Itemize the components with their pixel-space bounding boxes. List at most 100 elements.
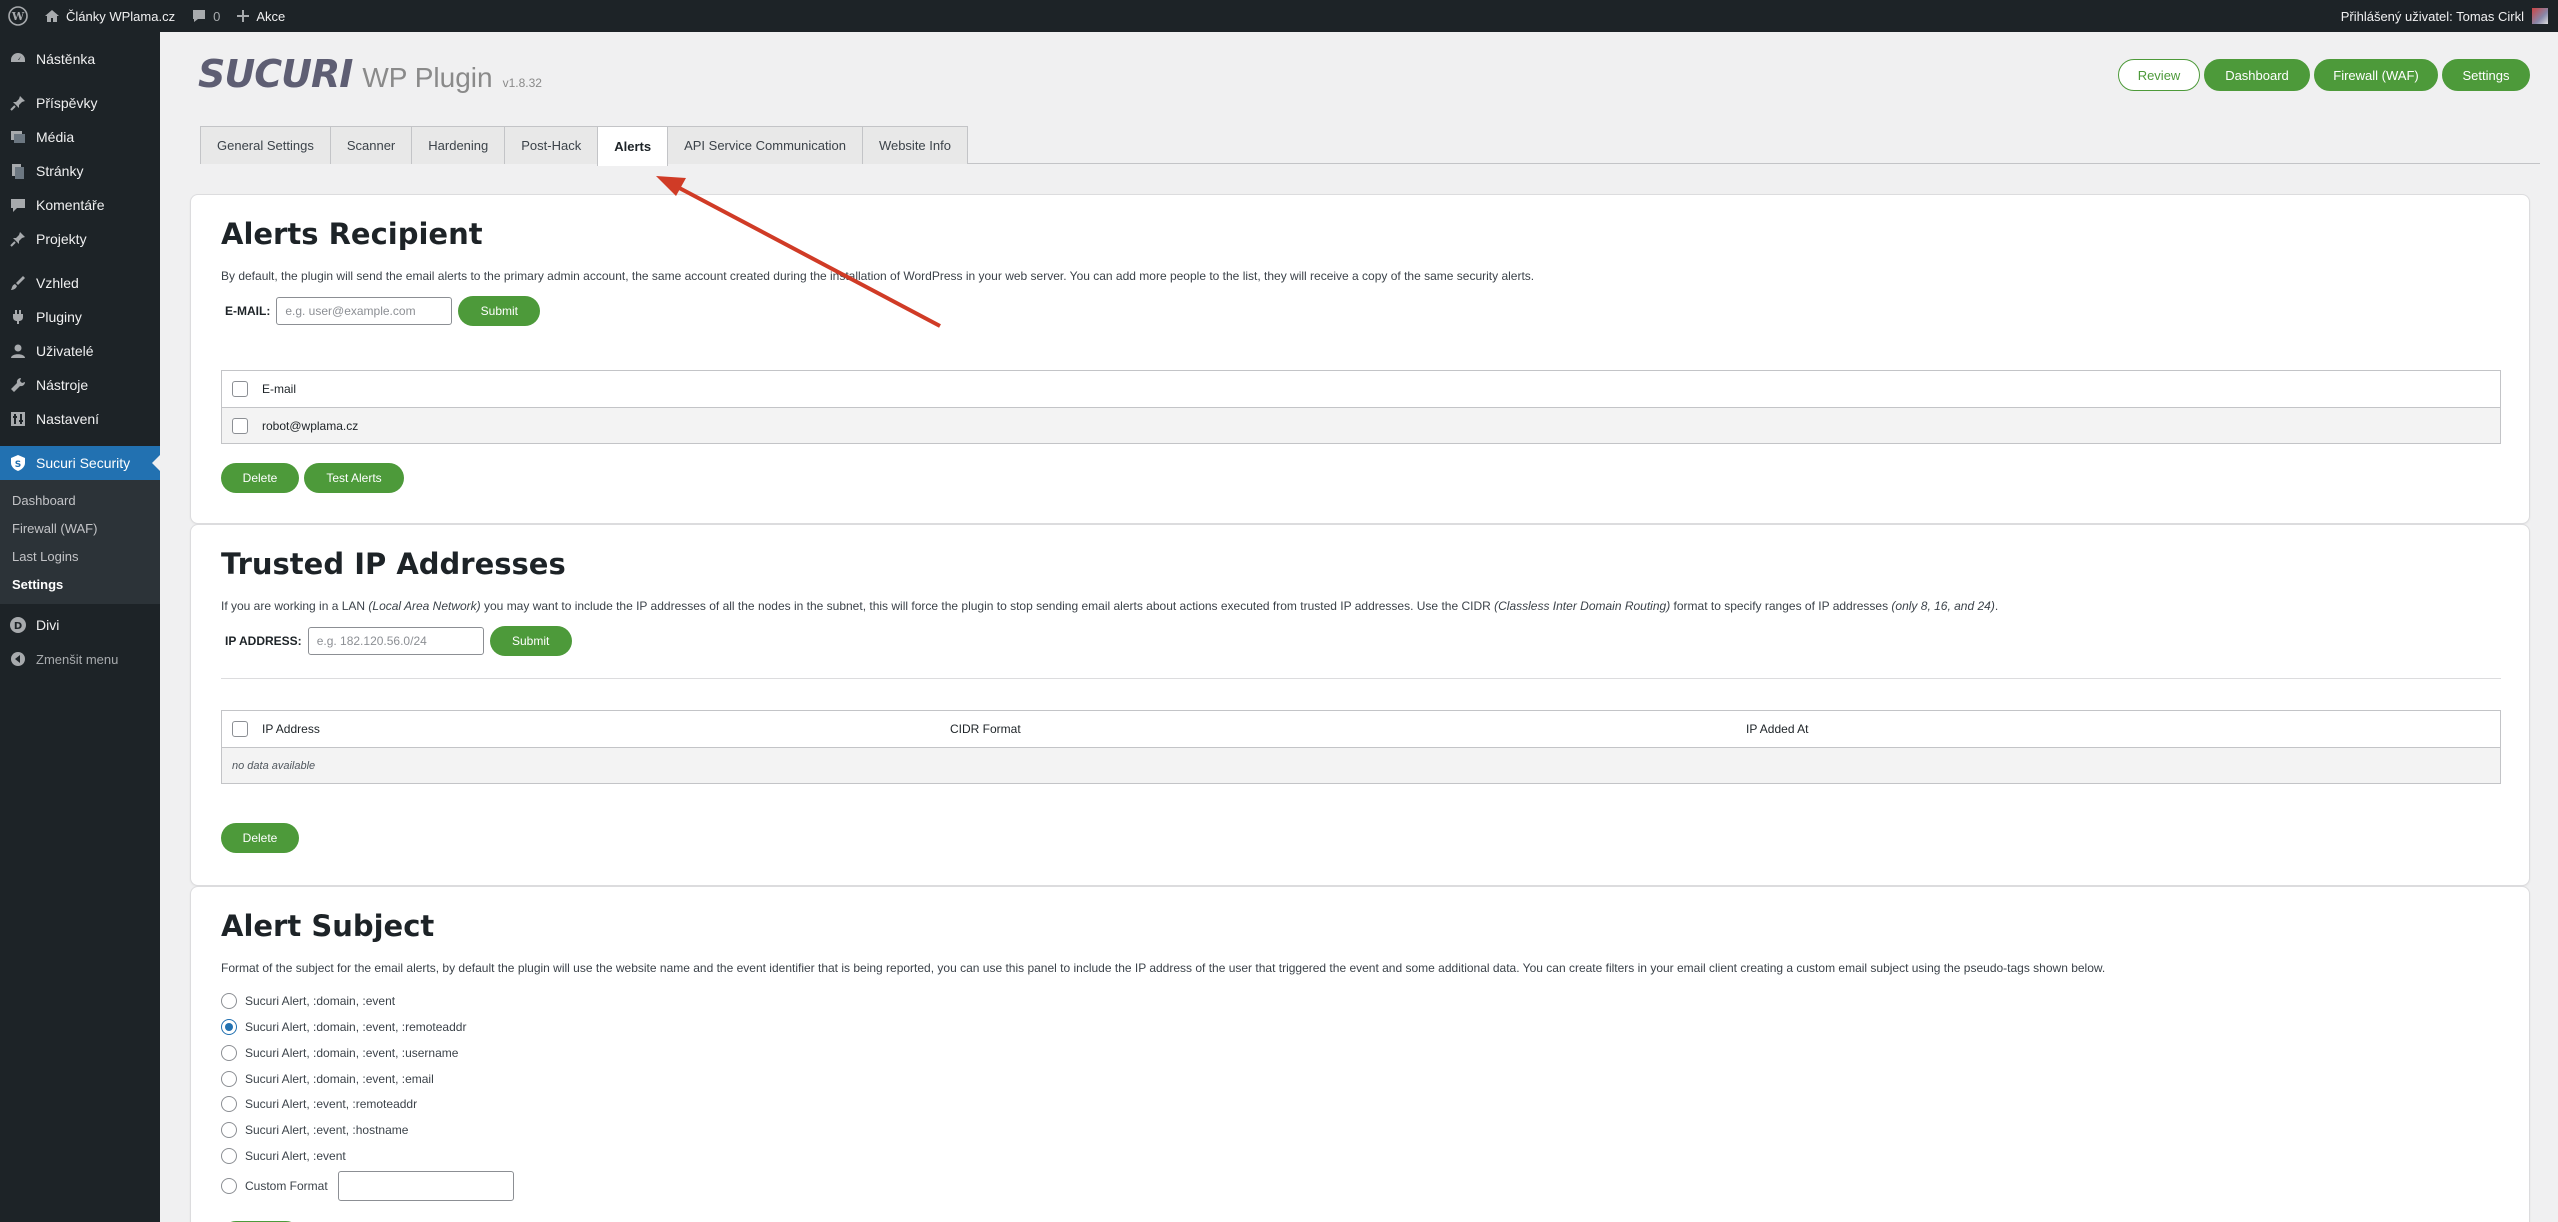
submenu-item-settings[interactable]: Settings	[0, 570, 160, 598]
select-all-checkbox[interactable]	[232, 381, 248, 397]
table-row: robot@wplama.cz	[222, 407, 2500, 443]
alert-subject-title: Alert Subject	[221, 909, 435, 943]
new-label: Akce	[256, 8, 286, 24]
tab-alerts[interactable]: Alerts	[597, 126, 669, 166]
select-all-checkbox[interactable]	[232, 721, 248, 737]
desc-text: format to specify ranges of IP addresses	[1670, 599, 1892, 613]
subject-option-custom[interactable]: Custom Format	[221, 1171, 514, 1201]
settings-button[interactable]: Settings	[2442, 59, 2530, 91]
sidebar-item-label: Divi	[36, 617, 60, 633]
recipient-email-link[interactable]: robot@wplama.cz	[262, 419, 358, 433]
alerts-recipient-panel: Alerts Recipient By default, the plugin …	[190, 194, 2530, 524]
subject-option[interactable]: Sucuri Alert, :domain, :event	[221, 993, 395, 1009]
svg-text:D: D	[14, 621, 22, 632]
trusted-ip-panel: Trusted IP Addresses If you are working …	[190, 524, 2530, 886]
delete-ip-button[interactable]: Delete	[221, 823, 299, 853]
sidebar-item-tools[interactable]: Nástroje	[0, 368, 160, 402]
tab-api-service-communication[interactable]: API Service Communication	[667, 126, 863, 164]
sidebar-item-label: Nástroje	[36, 377, 89, 393]
subject-radio[interactable]	[221, 1045, 237, 1061]
subject-option-label: Sucuri Alert, :domain, :event	[245, 994, 396, 1008]
tab-scanner[interactable]: Scanner	[329, 126, 413, 164]
sidebar-item-projects[interactable]: Projekty	[0, 222, 160, 256]
subject-option[interactable]: Sucuri Alert, :event, :hostname	[221, 1122, 408, 1138]
subject-option[interactable]: Sucuri Alert, :domain, :event, :remotead…	[221, 1019, 466, 1035]
subject-radio[interactable]	[221, 1122, 237, 1138]
recipient-actions: Delete Test Alerts	[221, 463, 404, 493]
table-header-row: E-mail	[222, 371, 2500, 407]
firewall-button[interactable]: Firewall (WAF)	[2314, 59, 2438, 91]
subject-radio[interactable]	[221, 1148, 237, 1164]
tab-general-settings[interactable]: General Settings	[200, 126, 331, 164]
table-row: no data available	[222, 747, 2500, 783]
review-button[interactable]: Review	[2118, 59, 2200, 91]
sidebar-item-pages[interactable]: Stránky	[0, 154, 160, 188]
test-alerts-button[interactable]: Test Alerts	[304, 463, 404, 493]
tab-website-info[interactable]: Website Info	[861, 126, 968, 164]
svg-text:W: W	[11, 10, 25, 23]
ip-input[interactable]	[307, 627, 484, 655]
comments-count: 0	[213, 8, 221, 24]
site-name-link[interactable]: Články WPlama.cz	[36, 0, 183, 32]
email-submit-button[interactable]: Submit	[458, 296, 541, 326]
subject-option[interactable]: Sucuri Alert, :domain, :event, :username	[221, 1045, 458, 1061]
sidebar-item-label: Sucuri Security	[36, 455, 131, 471]
ip-submit-button[interactable]: Submit	[489, 626, 572, 656]
sucuri-submenu: Dashboard Firewall (WAF) Last Logins Set…	[0, 480, 160, 604]
collapse-menu-button[interactable]: Zmenšit menu	[0, 642, 160, 676]
home-icon	[45, 10, 59, 22]
settings-tabs: General Settings Scanner Hardening Post-…	[200, 126, 2540, 166]
subject-option[interactable]: Sucuri Alert, :event	[221, 1148, 346, 1164]
sidebar-item-dashboard[interactable]: Nástěnka	[0, 42, 160, 76]
tab-hardening[interactable]: Hardening	[411, 126, 506, 164]
admin-bar: W Články WPlama.cz 0 Akce Přihlášený uži…	[0, 0, 2558, 32]
delete-recipient-button[interactable]: Delete	[221, 463, 299, 493]
subject-radio[interactable]	[221, 993, 237, 1009]
submenu-item-last-logins[interactable]: Last Logins	[0, 542, 160, 570]
site-name: Články WPlama.cz	[66, 8, 176, 24]
sidebar-item-settings[interactable]: Nastavení	[0, 402, 160, 436]
new-content-menu[interactable]: Akce	[228, 0, 293, 32]
subject-radio-selected[interactable]	[221, 1019, 237, 1035]
sidebar-item-posts[interactable]: Příspěvky	[0, 86, 160, 120]
subject-radio[interactable]	[221, 1071, 237, 1087]
trusted-ip-table: IP Address CIDR Format IP Added At no da…	[221, 710, 2501, 784]
sidebar-item-plugins[interactable]: Pluginy	[0, 300, 160, 334]
custom-format-input[interactable]	[337, 1171, 514, 1201]
subject-radio[interactable]	[221, 1178, 237, 1194]
sidebar-item-label: Komentáře	[36, 197, 105, 213]
sidebar-item-comments[interactable]: Komentáře	[0, 188, 160, 222]
email-label: E-MAIL:	[225, 304, 271, 318]
collapse-arrow-icon	[8, 649, 28, 669]
email-input[interactable]	[276, 297, 453, 325]
sidebar-item-divi[interactable]: D Divi	[0, 608, 160, 642]
sidebar-item-sucuri-security[interactable]: S Sucuri Security	[0, 446, 160, 480]
subject-option[interactable]: Sucuri Alert, :event, :remoteaddr	[221, 1096, 417, 1112]
row-checkbox[interactable]	[232, 418, 248, 434]
wordpress-icon: W	[8, 6, 28, 26]
section-divider	[221, 678, 2501, 679]
comments-link[interactable]: 0	[183, 0, 228, 32]
dashboard-button[interactable]: Dashboard	[2204, 59, 2310, 91]
tab-post-hack[interactable]: Post-Hack	[504, 126, 599, 164]
ip-address-column-header: IP Address	[262, 722, 320, 736]
subject-option[interactable]: Sucuri Alert, :domain, :event, :email	[221, 1071, 434, 1087]
sidebar-item-appearance[interactable]: Vzhled	[0, 266, 160, 300]
sidebar-item-users[interactable]: Uživatelé	[0, 334, 160, 368]
alerts-recipient-description: By default, the plugin will send the ema…	[221, 269, 1535, 283]
shield-icon: S	[8, 453, 28, 473]
account-greeting: Přihlášený uživatel: Tomas Cirkl	[2340, 8, 2524, 24]
subject-radio[interactable]	[221, 1096, 237, 1112]
wordpress-logo-button[interactable]: W	[0, 0, 36, 32]
sidebar-item-media[interactable]: Média	[0, 120, 160, 154]
brand-name: SUCURI	[198, 52, 353, 96]
plugin-version: v1.8.32	[502, 76, 542, 90]
account-menu[interactable]: Přihlášený uživatel: Tomas Cirkl	[2341, 8, 2558, 24]
pin-icon	[8, 93, 28, 113]
ip-form: IP ADDRESS: Submit	[225, 626, 572, 656]
submenu-item-firewall[interactable]: Firewall (WAF)	[0, 514, 160, 542]
wrench-icon	[8, 375, 28, 395]
divi-icon: D	[8, 615, 28, 635]
submenu-item-dashboard[interactable]: Dashboard	[0, 486, 160, 514]
comment-bubble-icon	[193, 10, 206, 22]
